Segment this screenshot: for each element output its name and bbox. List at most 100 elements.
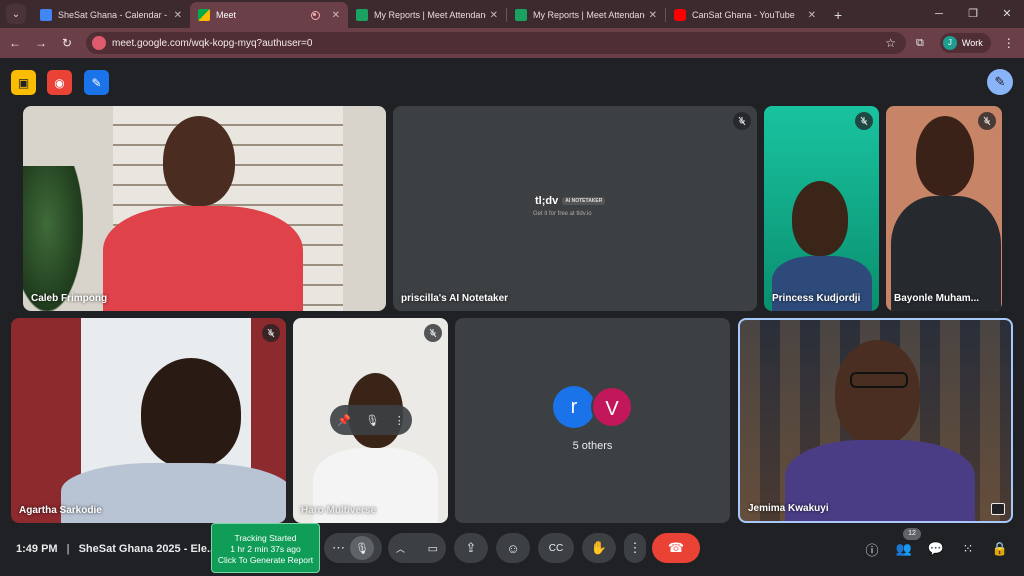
window-controls: ─ ❐ ✕ — [922, 0, 1024, 28]
tab-reports-1[interactable]: My Reports | Meet Attendance ✕ — [348, 2, 506, 28]
leave-call-button[interactable]: ☎ — [652, 533, 700, 563]
mic-off-icon — [424, 324, 442, 342]
tldv-subtitle: Get it for free at tldv.io — [533, 211, 592, 217]
url-text: meet.google.com/wqk-kopg-myq?authuser=0 — [112, 37, 313, 49]
effects-pen-button[interactable]: ✎ — [987, 69, 1013, 95]
microphone-icon[interactable]: 🎙 — [350, 536, 374, 560]
tab-strip: ⌄ SheSat Ghana - Calendar - Wee ✕ Meet ✕… — [0, 0, 1024, 28]
captions-button[interactable]: CC — [538, 533, 574, 563]
meeting-details: 1:49 PM | SheSat Ghana 2025 - Ele... — [16, 543, 216, 555]
tracking-report-button[interactable]: Tracking Started 1 hr 2 min 37s ago Clic… — [211, 523, 320, 573]
camera-control[interactable]: ︿ ▭ — [388, 533, 446, 563]
avatar: V — [591, 386, 633, 428]
extensions-icon[interactable]: ⧉ — [916, 37, 924, 50]
tracking-line-3: Click To Generate Report — [217, 555, 314, 565]
participant-tile[interactable]: Bayonle Muham... — [886, 106, 1002, 311]
self-view-icon[interactable] — [991, 503, 1005, 515]
address-bar: ← → ↻ meet.google.com/wqk-kopg-myq?authu… — [0, 28, 1024, 58]
bookmark-star-icon[interactable]: ☆ — [885, 36, 896, 50]
browser-menu-icon[interactable]: ⋮ — [1003, 36, 1015, 50]
mic-control[interactable]: ⋯ 🎙 — [324, 533, 382, 563]
more-vert-icon: ⋮ — [628, 540, 642, 555]
tab-title: CanSat Ghana - YouTube — [692, 10, 795, 20]
others-tile[interactable] — [455, 318, 730, 523]
participant-name: Caleb Frimpong — [31, 293, 108, 304]
close-icon[interactable]: ✕ — [332, 10, 340, 21]
participant-tile[interactable]: Agartha Sarkodie — [11, 318, 286, 523]
maximize-icon[interactable]: ❐ — [956, 0, 990, 28]
minimize-icon[interactable]: ─ — [922, 0, 956, 28]
people-icon[interactable]: 👥 — [895, 540, 913, 558]
ai-notetaker-badge: AI NOTETAKER — [562, 197, 606, 206]
participant-tile[interactable]: priscilla's AI Notetaker — [393, 106, 757, 311]
avatar: J — [942, 36, 957, 50]
tracking-line-2: 1 hr 2 min 37s ago — [230, 544, 301, 554]
tab-meet[interactable]: Meet ✕ — [190, 2, 348, 28]
pin-icon[interactable]: 📌 — [337, 414, 351, 427]
profile-button[interactable]: J Work — [939, 33, 991, 53]
participant-tile-self[interactable]: Jemima Kwakuyi — [738, 318, 1013, 523]
raise-hand-button[interactable]: ✋ — [582, 533, 616, 563]
site-info-icon[interactable] — [92, 36, 106, 50]
meet-favicon-icon — [198, 9, 210, 21]
record-extension-button[interactable]: ◉ — [47, 70, 72, 95]
tab-search-button[interactable]: ⌄ — [6, 4, 26, 24]
participant-name: Agartha Sarkodie — [19, 505, 102, 516]
recording-indicator-icon — [310, 10, 320, 20]
url-field[interactable]: meet.google.com/wqk-kopg-myq?authuser=0 … — [86, 32, 906, 54]
activities-icon[interactable]: ⁙ — [959, 540, 977, 558]
meeting-time: 1:49 PM — [16, 543, 58, 555]
camera-off-extension-button[interactable]: ▣ — [11, 70, 36, 95]
mic-off-icon — [978, 112, 996, 130]
tab-title: SheSat Ghana - Calendar - Wee — [58, 10, 170, 20]
reactions-button[interactable]: ☺ — [496, 533, 530, 563]
participant-head — [163, 116, 235, 206]
close-icon[interactable]: ✕ — [174, 10, 182, 21]
tab-title: My Reports | Meet Attendance — [374, 10, 486, 20]
participant-tile[interactable]: Princess Kudjordji — [764, 106, 879, 311]
back-icon[interactable]: ← — [4, 36, 26, 50]
camera-icon[interactable]: ▭ — [428, 542, 438, 555]
youtube-favicon-icon — [674, 9, 686, 21]
participant-tile[interactable]: Caleb Frimpong — [23, 106, 386, 311]
new-tab-button[interactable]: + — [834, 7, 842, 23]
host-controls-icon[interactable]: 🔒 — [991, 540, 1009, 558]
meeting-info-icon[interactable]: ⓘ — [863, 540, 881, 558]
close-icon[interactable]: ✕ — [649, 10, 657, 21]
glasses — [850, 372, 908, 388]
notes-extension-button[interactable]: ✎ — [84, 70, 109, 95]
participant-body — [103, 206, 303, 311]
mic-off-icon — [733, 112, 751, 130]
participant-head — [835, 340, 920, 445]
check-favicon-icon — [356, 9, 368, 21]
participant-name: Princess Kudjordji — [772, 293, 861, 304]
participant-name: priscilla's AI Notetaker — [401, 293, 509, 304]
tab-calendar[interactable]: SheSat Ghana - Calendar - Wee ✕ — [32, 2, 190, 28]
people-count-badge: 12 — [903, 528, 921, 540]
phone-hangup-icon: ☎ — [667, 540, 685, 555]
close-icon[interactable]: ✕ — [490, 10, 498, 21]
tab-youtube[interactable]: CanSat Ghana - YouTube ✕ — [666, 2, 824, 28]
reload-icon[interactable]: ↻ — [56, 36, 78, 50]
more-options-button[interactable]: ⋮ — [624, 533, 646, 563]
profile-label: Work — [961, 38, 983, 48]
tracking-line-1: Tracking Started — [234, 533, 297, 543]
calendar-favicon-icon — [40, 9, 52, 21]
tab-title: Meet — [216, 10, 237, 20]
mute-participant-icon[interactable]: 🎙 — [365, 414, 379, 427]
more-mic-options-icon[interactable]: ⋯ — [332, 540, 345, 556]
chat-icon[interactable]: 💬 — [927, 540, 945, 558]
close-icon[interactable]: ✕ — [808, 10, 816, 21]
more-options-icon[interactable]: ⋮ — [394, 414, 405, 427]
separator: | — [66, 543, 70, 555]
tile-hover-toolbar: 📌 🎙 ⋮ — [330, 405, 412, 435]
close-window-icon[interactable]: ✕ — [990, 0, 1024, 28]
present-button[interactable]: ⇪ — [454, 533, 488, 563]
participant-head — [916, 116, 974, 196]
forward-icon[interactable]: → — [30, 36, 52, 50]
chevron-up-icon[interactable]: ︿ — [396, 542, 405, 555]
avatar: r — [553, 386, 595, 428]
tldv-logo-text: tl;dv — [535, 195, 559, 207]
tab-reports-2[interactable]: My Reports | Meet Attendance ✕ — [507, 2, 665, 28]
present-screen-icon: ⇪ — [465, 540, 477, 555]
